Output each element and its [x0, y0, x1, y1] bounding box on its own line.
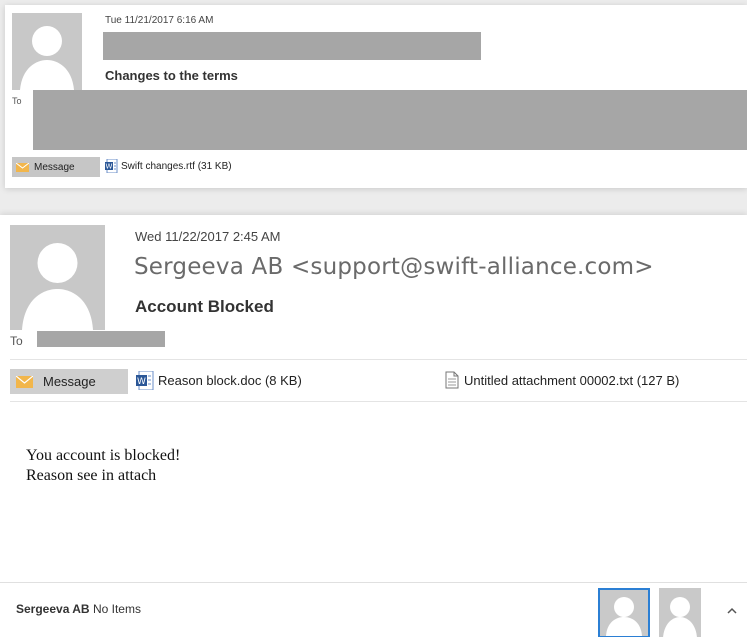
sender-avatar: [10, 225, 105, 330]
text-file-icon: [445, 371, 459, 389]
person-placeholder-icon: [10, 225, 105, 330]
body-line: You account is blocked!: [26, 447, 181, 464]
person-placeholder-icon: [663, 597, 697, 637]
sender-name[interactable]: Sergeeva AB <support@swift-alliance.com>: [134, 254, 654, 280]
message-tab-label: Message: [43, 374, 96, 389]
to-label: To: [12, 96, 22, 106]
body-line: Reason see in attach: [26, 467, 157, 484]
email-preview-1: Tue 11/21/2017 6:16 AM Changes to the te…: [5, 5, 747, 188]
people-pane-status: Sergeeva AB No Items: [16, 602, 141, 616]
people-pane-name: Sergeeva AB: [16, 602, 90, 616]
envelope-icon: [16, 162, 29, 172]
recipient-redacted: [37, 331, 165, 347]
sent-date: Wed 11/22/2017 2:45 AM: [135, 229, 281, 244]
message-tab-label: Message: [34, 161, 75, 173]
person-placeholder-icon: [12, 13, 82, 90]
email-body: You account is blocked! Reason see in at…: [26, 446, 180, 486]
divider: [10, 359, 747, 360]
contact-avatar[interactable]: [659, 588, 701, 637]
chevron-up-icon[interactable]: [727, 603, 737, 617]
divider: [10, 401, 747, 402]
message-tab[interactable]: Message: [12, 157, 100, 177]
attachment-bar: Message W Reason block.doc (8 KB) Untitl…: [10, 367, 747, 395]
attachment-item[interactable]: W Reason block.doc (8 KB): [136, 371, 302, 390]
sender-avatar: [12, 13, 82, 90]
word-doc-icon: W: [105, 159, 118, 173]
attachment-item[interactable]: Untitled attachment 00002.txt (127 B): [445, 371, 679, 389]
email-preview-2: Wed 11/22/2017 2:45 AM Sergeeva AB <supp…: [0, 215, 747, 637]
people-pane: Sergeeva AB No Items: [0, 583, 747, 637]
email-subject: Account Blocked: [135, 297, 274, 316]
attachment-label: Reason block.doc (8 KB): [158, 373, 302, 388]
contact-avatar-selected[interactable]: [598, 588, 650, 637]
recipients-redacted: [33, 90, 747, 150]
attachment-item[interactable]: W Swift changes.rtf (31 KB): [105, 159, 232, 173]
person-placeholder-icon: [606, 597, 642, 636]
message-tab[interactable]: Message: [10, 369, 128, 394]
attachment-bar: Message W Swift changes.rtf (31 KB): [12, 157, 747, 179]
attachment-label: Swift changes.rtf (31 KB): [121, 160, 232, 172]
word-doc-icon: W: [136, 371, 154, 390]
attachment-label: Untitled attachment 00002.txt (127 B): [464, 372, 680, 388]
sent-date: Tue 11/21/2017 6:16 AM: [105, 15, 214, 26]
svg-text:W: W: [137, 377, 146, 387]
to-label: To: [10, 334, 23, 348]
people-pane-items: No Items: [92, 602, 141, 616]
sender-redacted: [103, 32, 481, 60]
envelope-icon: [16, 375, 33, 388]
email-subject: Changes to the terms: [105, 68, 238, 83]
svg-text:W: W: [106, 163, 113, 171]
